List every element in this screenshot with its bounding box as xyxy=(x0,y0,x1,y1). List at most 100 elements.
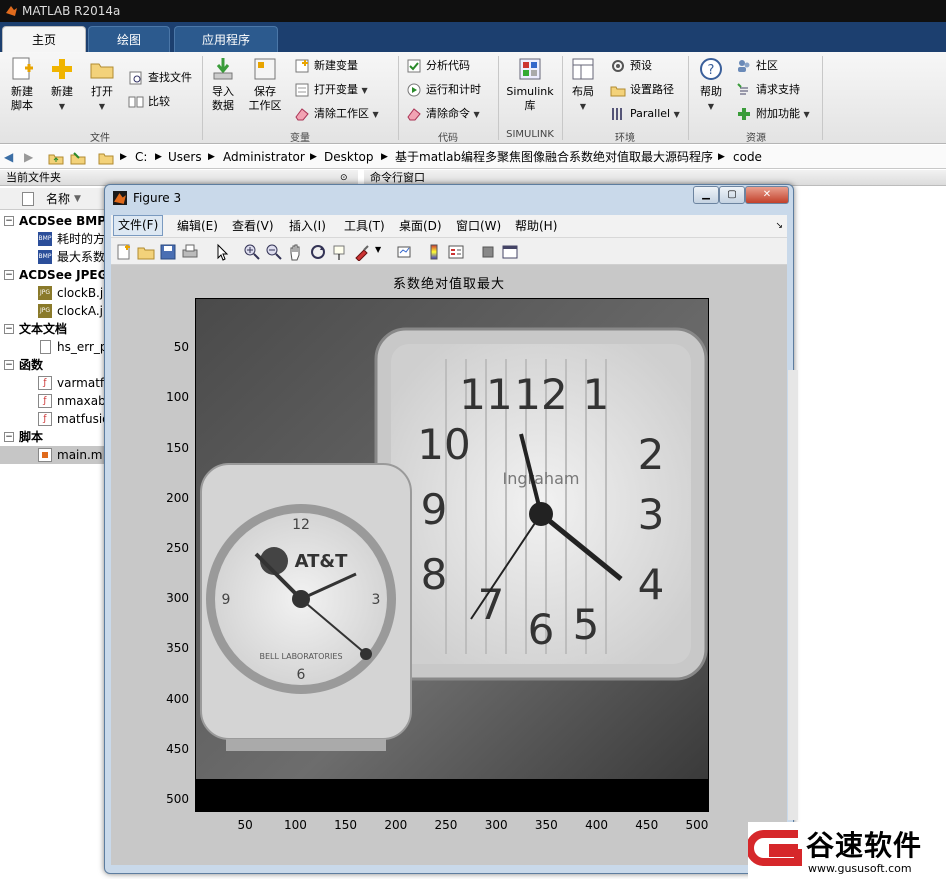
large-clock-number: 6 xyxy=(528,605,555,654)
menu-tools[interactable]: 工具(T) xyxy=(340,215,389,237)
menu-help[interactable]: 帮助(H) xyxy=(511,215,561,237)
dock-arrow-icon[interactable]: ↘ xyxy=(775,215,783,237)
jpeg-file-icon: JPG xyxy=(38,304,52,318)
tree-group[interactable]: − 函数 xyxy=(0,356,105,374)
path-segment[interactable]: code xyxy=(733,145,762,169)
clear-workspace-label: 清除工作区 xyxy=(314,107,369,120)
tab-home[interactable]: 主页 xyxy=(2,26,86,52)
maximize-button[interactable]: ▢ xyxy=(719,186,745,204)
figure-window: Figure 3 ▁ ▢ ✕ 文件(F) 编辑(E) 查看(V) 插入(I) 工… xyxy=(104,184,794,874)
new-variable-button[interactable]: 新建变量 xyxy=(294,56,358,76)
run-and-time-button[interactable]: 运行和计时 xyxy=(406,80,481,100)
colorbar-icon[interactable] xyxy=(425,243,443,261)
legend-icon[interactable] xyxy=(447,243,465,261)
y-tick-label: 400 xyxy=(166,691,189,706)
minimize-button[interactable]: ▁ xyxy=(693,186,719,204)
list-item[interactable]: BMP 耗时的方 xyxy=(0,230,105,248)
save-workspace-icon xyxy=(254,58,276,80)
open-variable-button[interactable]: 打开变量 ▼ xyxy=(294,80,368,100)
collapse-icon[interactable]: − xyxy=(4,270,14,280)
menu-view[interactable]: 查看(V) xyxy=(228,215,278,237)
menu-window[interactable]: 窗口(W) xyxy=(452,215,505,237)
list-item[interactable]: JPGclockB.jp xyxy=(0,284,105,302)
path-segment[interactable]: C: xyxy=(135,145,147,169)
hide-tools-icon[interactable] xyxy=(479,243,497,261)
open-button[interactable]: 打开 ▼ xyxy=(86,56,118,114)
clear-workspace-button[interactable]: 清除工作区 ▼ xyxy=(294,104,379,124)
zoom-out-icon[interactable] xyxy=(265,243,283,261)
path-segment[interactable]: Administrator xyxy=(223,145,305,169)
menu-desktop[interactable]: 桌面(D) xyxy=(395,215,446,237)
browse-folder-icon[interactable] xyxy=(70,145,86,169)
tab-apps[interactable]: 应用程序 xyxy=(174,26,278,52)
add-ons-button[interactable]: 附加功能 ▼ xyxy=(736,104,810,124)
import-data-button[interactable]: 导入 数据 xyxy=(208,56,238,113)
group-variable-label: 变量 xyxy=(290,133,310,144)
list-item[interactable]: ƒ nmaxab xyxy=(0,392,105,410)
back-arrow-icon[interactable]: ◀ xyxy=(4,145,13,169)
list-item[interactable]: ƒvarmatfu xyxy=(0,374,105,392)
rotate-3d-icon[interactable] xyxy=(309,243,327,261)
parallel-button[interactable]: Parallel ▼ xyxy=(610,104,680,124)
path-segment[interactable]: Desktop xyxy=(324,145,374,169)
tree-group[interactable]: − 脚本 xyxy=(0,428,105,446)
preferences-button[interactable]: 预设 xyxy=(610,56,652,76)
list-item[interactable]: hs_err_p xyxy=(0,338,105,356)
brush-icon[interactable] xyxy=(353,243,371,261)
find-files-button[interactable]: 查找文件 xyxy=(128,68,192,88)
tree-group[interactable]: − ACDSee JPEG xyxy=(0,266,105,284)
tree-group[interactable]: − 文本文档 xyxy=(0,320,105,338)
collapse-icon[interactable]: − xyxy=(4,216,14,226)
data-cursor-icon[interactable] xyxy=(331,243,349,261)
simulink-library-button[interactable]: Simulink 库 xyxy=(504,56,556,113)
link-plot-icon[interactable] xyxy=(395,243,413,261)
close-button[interactable]: ✕ xyxy=(745,186,789,204)
name-column-header[interactable]: 名称 xyxy=(46,188,70,210)
open-file-icon[interactable] xyxy=(137,243,155,261)
open-variable-label: 打开变量 xyxy=(314,83,358,96)
menu-edit[interactable]: 编辑(E) xyxy=(173,215,222,237)
menu-file[interactable]: 文件(F) xyxy=(113,215,164,236)
pan-hand-icon[interactable] xyxy=(287,243,305,261)
menu-insert[interactable]: 插入(I) xyxy=(285,215,330,237)
clear-commands-button[interactable]: 清除命令 ▼ xyxy=(406,104,480,124)
analyze-code-button[interactable]: 分析代码 xyxy=(406,56,470,76)
print-icon[interactable] xyxy=(181,243,199,261)
image-axes[interactable]: 11 12 1 2 3 4 5 6 7 8 9 10 Ingraham 12 3… xyxy=(195,298,709,812)
list-item[interactable]: BMP 最大系数 xyxy=(0,248,105,266)
collapse-icon[interactable]: − xyxy=(4,432,14,442)
parallel-chevron-down-icon: ▼ xyxy=(673,110,680,119)
zoom-in-icon[interactable] xyxy=(243,243,261,261)
brush-chevron-down-icon[interactable]: ▼ xyxy=(375,245,381,254)
path-segment[interactable]: Users xyxy=(168,145,202,169)
collapse-icon[interactable]: − xyxy=(4,360,14,370)
up-folder-icon[interactable] xyxy=(48,145,64,169)
path-segment[interactable]: 基于matlab编程多聚焦图像融合系数绝对值取最大源码程序 xyxy=(395,145,713,169)
new-script-button[interactable]: 新建 脚本 xyxy=(6,56,38,113)
x-tick-label: 250 xyxy=(434,818,458,832)
save-icon[interactable] xyxy=(159,243,177,261)
forward-arrow-icon[interactable]: ▶ xyxy=(24,145,33,169)
list-item[interactable]: main.m xyxy=(0,446,105,464)
collapse-icon[interactable]: − xyxy=(4,324,14,334)
set-path-button[interactable]: 设置路径 xyxy=(610,80,674,100)
list-item[interactable]: ƒ matfusio xyxy=(0,410,105,428)
y-tick-label: 150 xyxy=(166,440,189,455)
command-window-scrollbar[interactable] xyxy=(788,370,798,820)
small-clock-number: 6 xyxy=(297,667,306,683)
save-workspace-button[interactable]: 保存 工作区 xyxy=(246,56,284,113)
new-button[interactable]: 新建 ▼ xyxy=(46,56,78,114)
list-item[interactable]: JPGclockA.jp xyxy=(0,302,105,320)
watermark-url: www.gususoft.com xyxy=(808,862,912,875)
tab-plots[interactable]: 绘图 xyxy=(88,26,170,52)
pointer-icon[interactable] xyxy=(213,243,231,261)
new-figure-icon[interactable] xyxy=(115,243,133,261)
request-support-button[interactable]: 请求支持 xyxy=(736,80,800,100)
help-button[interactable]: ? 帮助 ▼ xyxy=(696,56,726,114)
community-button[interactable]: 社区 xyxy=(736,56,778,76)
ribbon-divider xyxy=(562,56,563,140)
compare-button[interactable]: 比较 xyxy=(128,92,170,112)
tree-group[interactable]: − ACDSee BMP xyxy=(0,212,105,230)
layout-button[interactable]: 布局 ▼ xyxy=(568,56,598,114)
show-tools-icon[interactable] xyxy=(501,243,519,261)
